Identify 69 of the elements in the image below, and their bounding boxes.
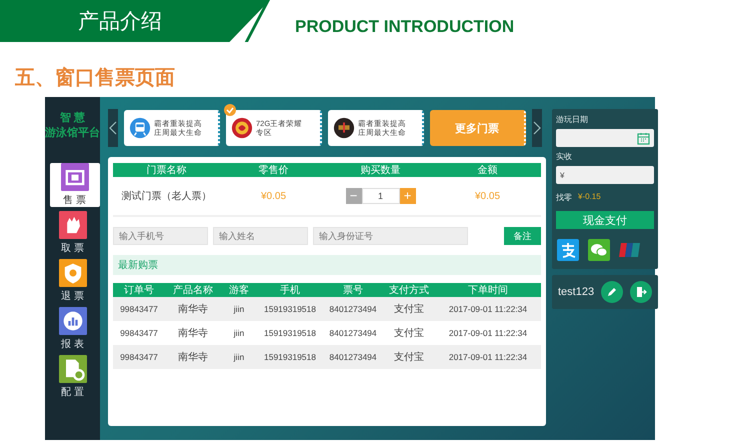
table-cell: 南华寺 — [165, 297, 221, 321]
column-header: 金额 — [434, 163, 541, 177]
chevron-left-icon — [109, 121, 117, 135]
table-cell: 15919319518 — [257, 345, 323, 369]
app-logo: 智 慧 游泳馆平台 — [45, 111, 100, 141]
nav-item[interactable]: 售 票 — [50, 163, 100, 207]
table-cell: 15919319518 — [257, 297, 323, 321]
page-title: 产品介绍 — [78, 9, 162, 35]
table-cell: 99843477 — [113, 297, 165, 321]
ticket-logo-icon — [129, 117, 151, 139]
table-cell: 南华寺 — [165, 345, 221, 369]
column-header: 票号 — [323, 283, 383, 297]
table-cell: 8401273494 — [323, 345, 383, 369]
column-header: 游客 — [221, 283, 257, 297]
field-label: 实收 — [556, 151, 573, 162]
exit-door-icon — [635, 286, 648, 298]
nav-item[interactable]: 报 表 — [48, 307, 98, 351]
change-amount: ¥-0.15 — [578, 192, 601, 203]
input-field[interactable]: 输入姓名 — [213, 227, 308, 245]
prev-button[interactable] — [108, 109, 118, 147]
next-button[interactable] — [532, 109, 542, 147]
table-cell: 8401273494 — [323, 297, 383, 321]
section-title: 五、窗口售票页面 — [14, 66, 176, 91]
ticket-logo-icon — [231, 117, 253, 139]
table-cell: 支付宝 — [383, 345, 435, 369]
section-header: 最新购票 — [113, 255, 541, 275]
ticket-logo-icon — [333, 117, 355, 139]
column-header: 支付方式 — [383, 283, 435, 297]
table-cell: 2017-09-01 11:22:34 — [435, 297, 541, 321]
check-icon — [224, 104, 236, 116]
column-header: 下单时间 — [435, 283, 541, 297]
table-cell: 8401273494 — [323, 321, 383, 345]
column-header: 购买数量 — [327, 163, 434, 177]
change-label: 找零 — [556, 192, 572, 203]
chevron-right-icon — [533, 121, 541, 135]
nav-item[interactable]: 退 票 — [48, 259, 98, 303]
table-cell: 测试门票（老人票） — [113, 177, 220, 216]
nav-item[interactable]: 配 置 — [48, 355, 98, 399]
column-header: 订单号 — [113, 283, 165, 297]
field-label: 游玩日期 — [556, 114, 589, 125]
table-cell: 2017-09-01 11:22:34 — [435, 345, 541, 369]
date-field[interactable] — [556, 129, 654, 147]
page-subtitle: PRODUCT INTRODUCTION — [295, 17, 514, 37]
table-cell: 支付宝 — [383, 297, 435, 321]
nav-item[interactable]: 取 票 — [48, 211, 98, 255]
table-cell: jiin — [221, 345, 257, 369]
table-cell: ¥0.05 — [434, 177, 541, 216]
table-cell: jiin — [221, 321, 257, 345]
column-header: 产品名称 — [165, 283, 221, 297]
column-header: 手机 — [257, 283, 323, 297]
pencil-icon — [606, 286, 618, 298]
quantity-field[interactable]: 1 — [362, 188, 400, 204]
amount-field[interactable]: ¥ — [556, 166, 654, 184]
column-header: 零售价 — [220, 163, 327, 177]
table-cell: 15919319518 — [257, 321, 323, 345]
table-cell: 支付宝 — [383, 321, 435, 345]
table-cell: 南华寺 — [165, 321, 221, 345]
table-cell: ¥0.05 — [220, 177, 327, 216]
username: test123 — [558, 286, 594, 298]
table-cell: 99843477 — [113, 345, 165, 369]
calendar-icon — [637, 132, 650, 144]
logout-button[interactable] — [630, 281, 652, 303]
edit-button[interactable] — [601, 281, 624, 303]
table-cell: 99843477 — [113, 321, 165, 345]
column-header: 门票名称 — [113, 163, 220, 177]
table-cell: jiin — [221, 297, 257, 321]
table-cell: 2017-09-01 11:22:34 — [435, 321, 541, 345]
input-field[interactable]: 输入身份证号 — [313, 227, 468, 245]
input-field[interactable]: 输入手机号 — [113, 227, 208, 245]
